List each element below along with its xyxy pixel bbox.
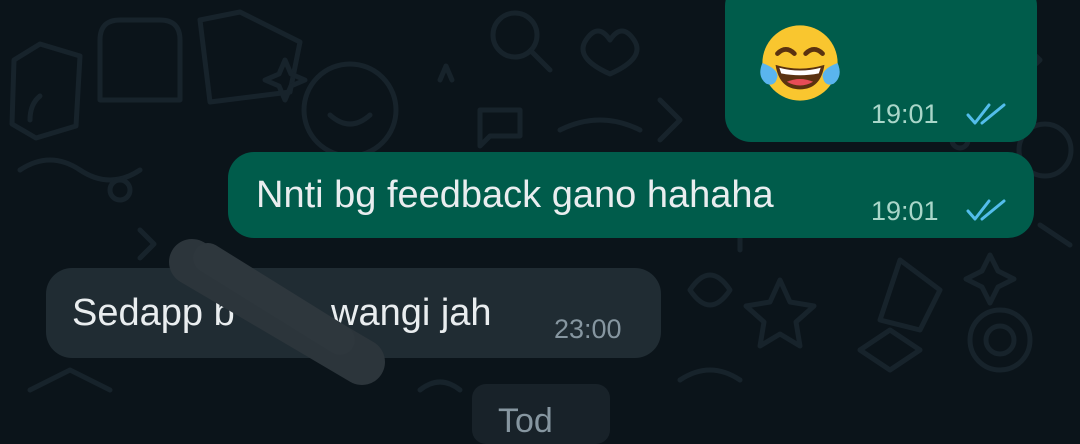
date-chip: Tod (472, 384, 610, 444)
date-chip-label: Tod (498, 402, 553, 440)
redaction-scribble (169, 239, 385, 385)
